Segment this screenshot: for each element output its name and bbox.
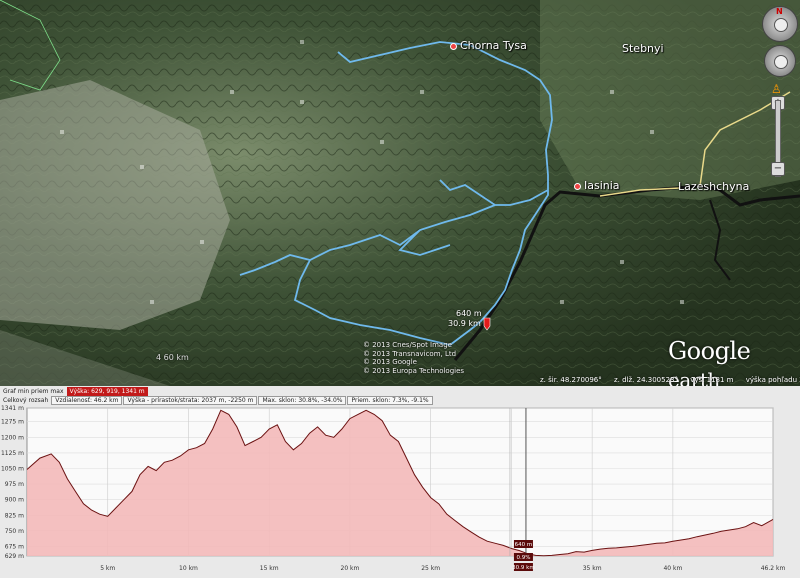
map-view[interactable]: Chorna Tysa Stebnyi Iasinia Lazeshchyna 640… (0, 0, 800, 386)
y-tick-label: 675 m (5, 543, 24, 550)
copyright-line: © 2013 Transnavicom, Ltd (363, 349, 457, 358)
place-name: Lazeshchyna (678, 180, 750, 193)
x-tick-label: 5 km (100, 565, 115, 572)
look-control[interactable]: N (762, 6, 798, 42)
y-tick-label: 1275 m (1, 419, 24, 426)
cursor-distance-tag: 30.9 km (512, 565, 535, 571)
x-tick-label: 35 km (583, 565, 602, 572)
y-tick-label: 1341 m (1, 405, 24, 412)
town-dot-icon (574, 182, 581, 190)
copyright-notice: © 2013 Cnes/Spot Image © 2013 Transnavic… (363, 341, 464, 375)
x-tick-label: 15 km (260, 565, 279, 572)
y-tick-label: 1050 m (1, 465, 24, 472)
elevation-profile-panel[interactable]: Graf min priem max Výška: 629, 919, 1341 … (0, 386, 800, 578)
cursor-altitude-tag: 640 m (515, 542, 533, 548)
x-tick-label: 40 km (663, 565, 682, 572)
north-icon: N (776, 7, 783, 16)
y-tick-label: 629 m (5, 553, 24, 560)
eye-altitude-readout: výška pohľadu 20.53 km (745, 376, 800, 384)
y-tick-label: 825 m (5, 512, 24, 519)
place-label[interactable]: Lazeshchyna (678, 180, 749, 193)
look-center[interactable] (774, 18, 788, 32)
x-tick-label: 10 km (179, 565, 198, 572)
map-label: 4 60 km (156, 353, 189, 362)
latitude-readout: z. šir. 48.270096° (540, 376, 602, 384)
terrain-imagery (0, 0, 800, 386)
zoom-out-button[interactable]: − (771, 162, 785, 176)
marker-distance-label: 30.9 km (448, 319, 481, 328)
move-control[interactable] (764, 45, 796, 77)
elevation-chart[interactable]: 629 m 675 m 750 m 825 m 900 m 975 m 1050 m 1125… (0, 404, 800, 578)
x-tick-label: 20 km (341, 565, 360, 572)
x-tick-label: 46.2 km (761, 565, 786, 572)
logo-main: Google (668, 337, 751, 365)
altitude-stats[interactable]: Výška: 629, 919, 1341 m (66, 387, 148, 396)
town-dot-icon (450, 42, 457, 50)
cursor-slope-tag: 0.9% (516, 555, 530, 561)
x-tick-label: 25 km (421, 565, 440, 572)
y-tick-label: 750 m (5, 528, 24, 535)
copyright-line: © 2013 Cnes/Spot Image (363, 341, 452, 349)
graph-label: Graf min priem max (3, 388, 64, 395)
profile-stats-row-1: Graf min priem max Výška: 629, 919, 1341 … (0, 387, 148, 396)
place-label[interactable]: Chorna Tysa (450, 39, 527, 52)
y-tick-label: 900 m (5, 497, 24, 504)
place-name: Iasinia (584, 179, 620, 192)
place-name: Chorna Tysa (460, 39, 527, 52)
y-tick-label: 1125 m (1, 450, 24, 457)
place-label[interactable]: Iasinia (574, 179, 620, 192)
compass-ring[interactable]: N (762, 6, 798, 42)
altitude-readout: vyš. 1181 m (690, 376, 734, 384)
place-name: Stebnyi (622, 42, 664, 55)
coordinate-status-bar: z. šir. 48.270096° z. dlž. 24.300523° vy… (540, 376, 800, 384)
move-ring[interactable] (764, 45, 796, 77)
y-tick-label: 975 m (5, 481, 24, 488)
street-view-pegman-icon[interactable]: ♙ (771, 82, 782, 96)
y-tick-label: 1200 m (1, 434, 24, 441)
copyright-line: © 2013 Europa Technologies (363, 366, 465, 375)
marker-altitude-label: 640 m (456, 309, 482, 318)
longitude-readout: z. dlž. 24.300523° (614, 376, 678, 384)
copyright-line: © 2013 Google (363, 358, 417, 366)
place-label[interactable]: Stebnyi (622, 42, 664, 55)
move-center[interactable] (774, 55, 788, 69)
